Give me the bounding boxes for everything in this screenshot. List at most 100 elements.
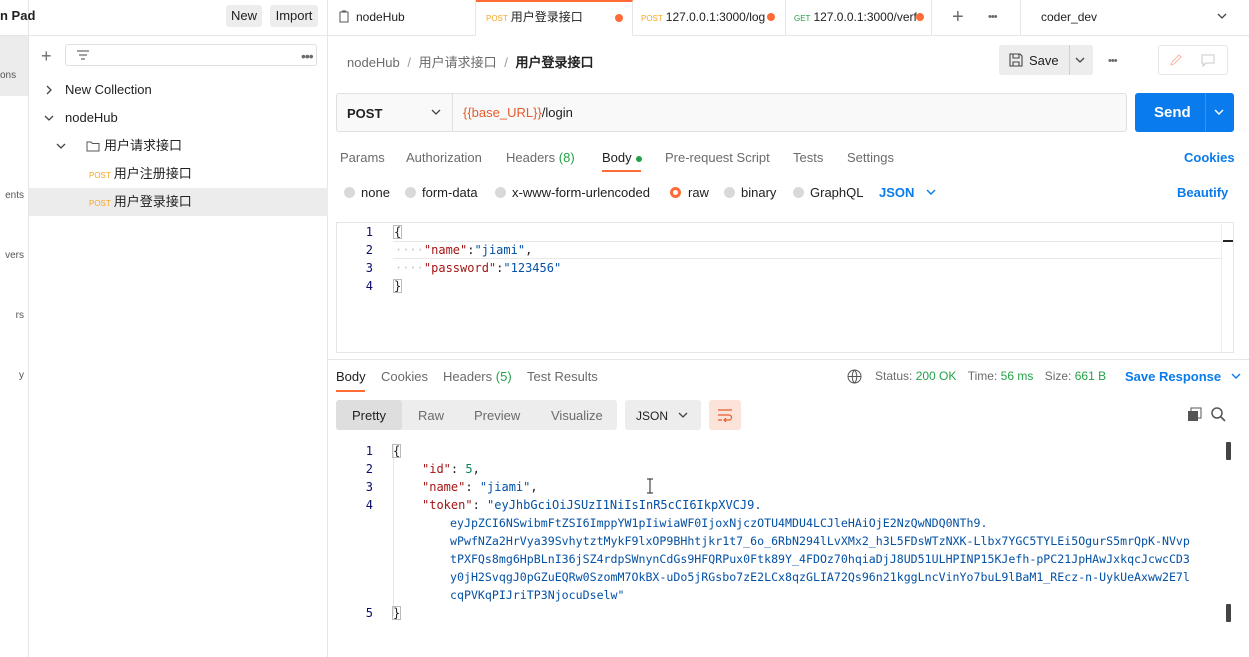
chevron-down-icon[interactable] xyxy=(1214,109,1224,117)
tab-tests[interactable]: Tests xyxy=(793,150,823,165)
cookies-link[interactable]: Cookies xyxy=(1184,150,1235,165)
response-view-modes: Pretty Raw Preview Visualize xyxy=(336,400,617,430)
new-button[interactable]: New xyxy=(226,5,262,27)
response-format-select[interactable]: JSON xyxy=(625,400,701,430)
scrollbar-thumb[interactable] xyxy=(1226,604,1231,622)
mode-visualize[interactable]: Visualize xyxy=(551,408,603,423)
tab-authorization[interactable]: Authorization xyxy=(406,150,482,165)
radio-label: form-data xyxy=(422,185,478,200)
json-key: "name" xyxy=(422,480,466,494)
tab-body[interactable]: Body xyxy=(602,150,642,165)
json-value: 5 xyxy=(465,462,473,476)
add-icon[interactable]: + xyxy=(41,46,52,67)
pencil-icon[interactable] xyxy=(1169,53,1183,67)
more-icon[interactable]: ••• xyxy=(301,48,314,64)
chevron-down-icon xyxy=(678,412,688,418)
token-continuation: cqPVKqPIJriTP3NjocuDselw" xyxy=(450,588,625,602)
rail-item-monitors[interactable]: rs xyxy=(16,310,24,321)
scrollbar-thumb[interactable] xyxy=(1226,442,1231,460)
mode-toggle[interactable] xyxy=(1158,45,1228,75)
method-badge: GET xyxy=(794,14,811,23)
chevron-down-icon xyxy=(56,143,66,149)
mode-pretty[interactable]: Pretty xyxy=(352,408,386,423)
tree-item-nodehub[interactable]: nodeHub xyxy=(29,104,328,132)
folder-icon xyxy=(86,141,100,152)
radio-graphql[interactable] xyxy=(793,187,804,198)
breadcrumb-folder[interactable]: 用户请求接口 xyxy=(419,55,497,70)
tab-settings[interactable]: Settings xyxy=(847,150,894,165)
tree-item-register[interactable]: POST 用户注册接口 xyxy=(29,160,328,188)
rail-item-environments[interactable]: ents xyxy=(5,190,24,201)
tab-login[interactable]: POST 用户登录接口 xyxy=(476,0,633,36)
url-input[interactable]: {{base_URL}}/login xyxy=(463,105,573,120)
tree-item-label: 用户登录接口 xyxy=(113,194,192,209)
collection-icon xyxy=(339,10,349,23)
response-tab-body[interactable]: Body xyxy=(336,369,366,384)
tree-item-label: 用户注册接口 xyxy=(113,166,192,181)
response-tab-test-results[interactable]: Test Results xyxy=(527,369,598,384)
method-select[interactable]: POST xyxy=(337,94,453,131)
tab-params[interactable]: Params xyxy=(340,150,385,165)
tab-verify[interactable]: GET 127.0.0.1:3000/verf xyxy=(786,0,932,36)
body-format-select[interactable]: JSON xyxy=(879,185,936,200)
status-value[interactable]: 200 OK xyxy=(916,369,957,383)
size-value[interactable]: 661 B xyxy=(1075,369,1106,383)
rail-item-history[interactable]: y xyxy=(19,370,24,381)
response-tab-headers[interactable]: Headers (5) xyxy=(443,369,512,384)
time-value[interactable]: 56 ms xyxy=(1001,369,1034,383)
tab-bar: nodeHub POST 用户登录接口 POST 127.0.0.1:3000/lo… xyxy=(328,0,1249,36)
size-label: Size: xyxy=(1044,369,1072,383)
new-tab-icon[interactable]: + xyxy=(952,6,964,29)
url-bar: POST {{base_URL}}/login xyxy=(336,93,1127,132)
token-continuation: wPwfNZa2HrVya39SvhytztMykF9lxOP9BHhtjkr1… xyxy=(450,534,1190,548)
request-more-icon[interactable]: ••• xyxy=(1108,55,1118,67)
chevron-down-icon xyxy=(1231,373,1241,379)
filter-input[interactable] xyxy=(65,44,317,66)
indent-dots: ···· xyxy=(395,261,424,275)
brace-close: } xyxy=(392,606,402,620)
chevron-down-icon xyxy=(926,189,936,195)
environment-selector[interactable]: coder_dev xyxy=(1020,0,1249,35)
tab-label: 用户登录接口 xyxy=(510,10,583,24)
tree-item-login[interactable]: POST 用户登录接口 xyxy=(29,188,328,216)
search-icon[interactable] xyxy=(1211,407,1226,422)
request-body-editor[interactable] xyxy=(336,222,1234,353)
comment-icon[interactable] xyxy=(1201,53,1215,67)
chevron-down-icon[interactable] xyxy=(1075,57,1085,65)
tabs-more-icon[interactable]: ••• xyxy=(988,11,998,23)
radio-urlencoded[interactable] xyxy=(495,187,506,198)
save-icon xyxy=(1009,53,1023,67)
response-tab-cookies[interactable]: Cookies xyxy=(381,369,428,384)
json-colon: : xyxy=(467,243,475,257)
radio-label: x-www-form-urlencoded xyxy=(512,185,650,200)
method-badge: POST xyxy=(89,171,111,180)
save-button[interactable]: Save xyxy=(999,45,1093,75)
brace-close: } xyxy=(393,279,403,293)
globe-icon[interactable] xyxy=(847,369,862,384)
tab-pre-request-script[interactable]: Pre-request Script xyxy=(665,150,770,165)
copy-icon[interactable] xyxy=(1187,407,1202,422)
tab-nodehub[interactable]: nodeHub xyxy=(328,0,476,36)
tree-item-new-collection[interactable]: New Collection xyxy=(29,76,328,104)
tree-item-folder[interactable]: 用户请求接口 xyxy=(29,132,328,160)
tab-log[interactable]: POST 127.0.0.1:3000/log xyxy=(633,0,786,36)
radio-none[interactable] xyxy=(344,187,355,198)
breadcrumb-collection[interactable]: nodeHub xyxy=(347,55,400,70)
send-button[interactable]: Send xyxy=(1135,93,1234,132)
import-button[interactable]: Import xyxy=(270,5,318,27)
rail-item-mock-servers[interactable]: vers xyxy=(5,250,24,261)
mode-raw[interactable]: Raw xyxy=(418,408,444,423)
response-line-id: "id": 5, xyxy=(422,462,480,476)
tab-label: nodeHub xyxy=(356,10,405,24)
wrap-lines-button[interactable] xyxy=(709,400,741,430)
mode-preview[interactable]: Preview xyxy=(474,408,520,423)
request-line-name: ····"name":"jiami", xyxy=(395,243,532,257)
tab-headers[interactable]: Headers (8) xyxy=(506,150,575,165)
indent-dots: ···· xyxy=(395,243,424,257)
beautify-button[interactable]: Beautify xyxy=(1177,185,1228,200)
workspace-title: n Pad xyxy=(0,8,36,23)
radio-binary[interactable] xyxy=(724,187,735,198)
save-response-button[interactable]: Save Response xyxy=(1125,369,1241,384)
radio-raw[interactable] xyxy=(670,187,681,198)
radio-form-data[interactable] xyxy=(405,187,416,198)
